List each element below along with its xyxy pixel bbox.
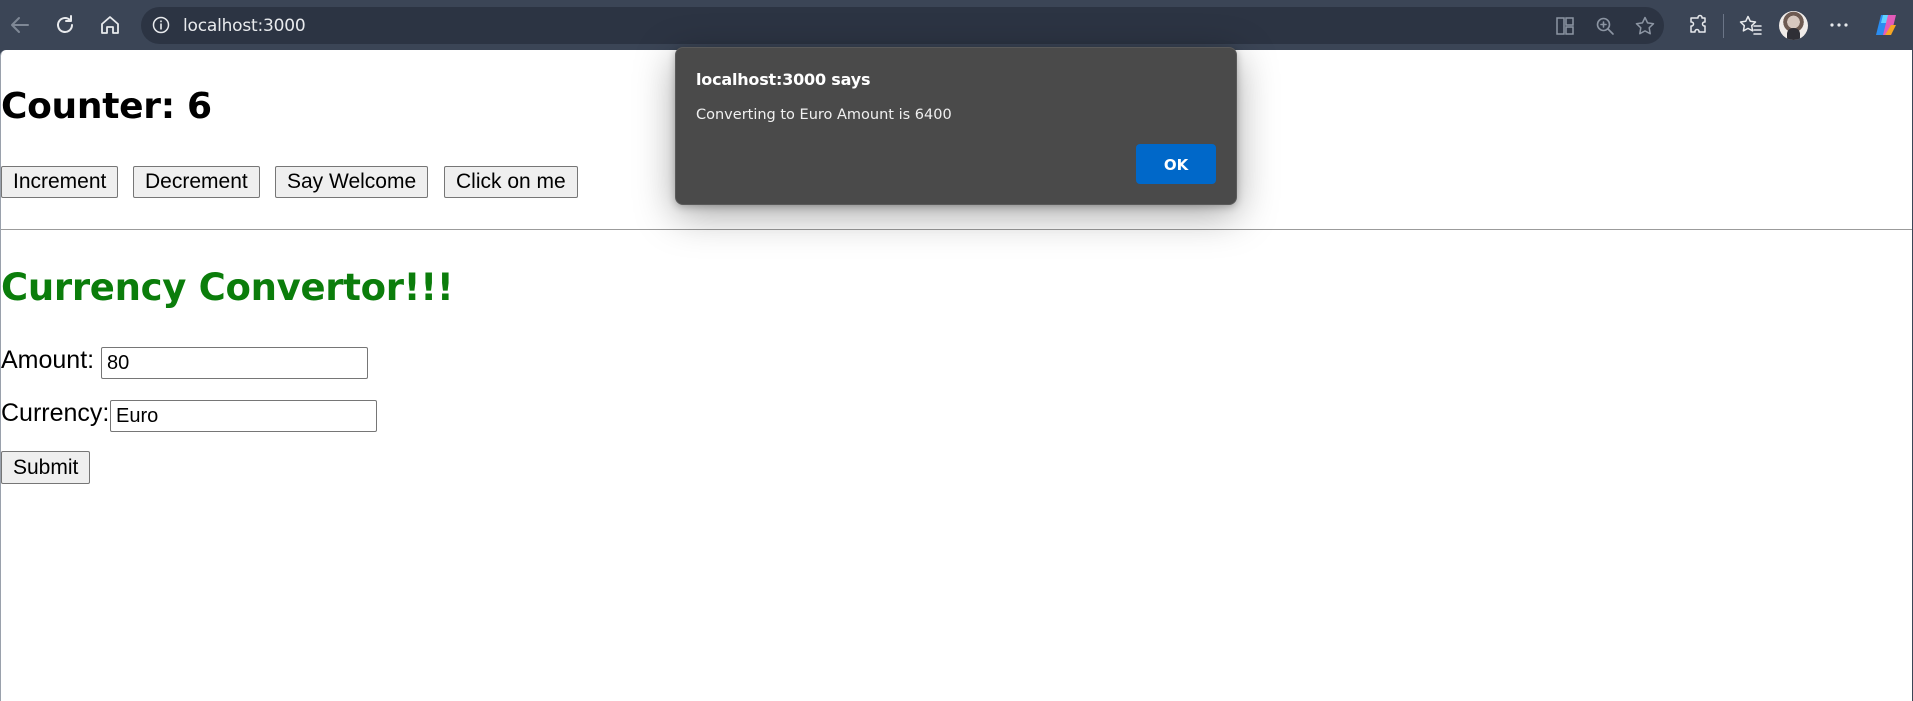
address-bar[interactable]: localhost:3000	[141, 7, 1664, 44]
favorites-icon[interactable]	[1737, 11, 1765, 39]
extensions-icon[interactable]	[1684, 11, 1712, 39]
back-icon[interactable]	[6, 11, 34, 39]
browser-toolbar: localhost:3000	[0, 0, 1913, 50]
favorite-star-icon[interactable]	[1634, 15, 1656, 37]
counter-title: Counter: 6	[1, 86, 212, 127]
say-welcome-button[interactable]: Say Welcome	[275, 166, 429, 198]
dialog-message: Converting to Euro Amount is 6400	[696, 107, 952, 123]
increment-button[interactable]: Increment	[1, 166, 119, 198]
profile-avatar[interactable]	[1779, 11, 1808, 40]
click-on-me-button[interactable]: Click on me	[444, 166, 578, 198]
currency-input[interactable]	[110, 400, 377, 432]
dialog-ok-button[interactable]: OK	[1136, 144, 1216, 184]
site-info-icon[interactable]	[151, 15, 171, 35]
toolbar-divider	[1723, 14, 1724, 38]
dialog-title: localhost:3000 says	[696, 70, 871, 89]
decrement-button[interactable]: Decrement	[133, 166, 260, 198]
url-text[interactable]: localhost:3000	[183, 16, 306, 36]
copilot-icon[interactable]	[1872, 11, 1900, 39]
refresh-icon[interactable]	[51, 11, 79, 39]
submit-button[interactable]: Submit	[1, 451, 91, 484]
alert-dialog: localhost:3000 says Converting to Euro A…	[675, 47, 1237, 205]
split-screen-icon[interactable]	[1554, 15, 1576, 37]
home-icon[interactable]	[96, 11, 124, 39]
currency-label: Currency:	[1, 399, 110, 427]
more-options-icon[interactable]	[1825, 11, 1853, 39]
zoom-icon[interactable]	[1594, 15, 1616, 37]
currency-convertor-title: Currency Convertor!!!	[1, 266, 454, 309]
horizontal-rule	[1, 229, 1912, 230]
amount-label: Amount:	[1, 346, 95, 374]
amount-input[interactable]	[101, 347, 368, 379]
